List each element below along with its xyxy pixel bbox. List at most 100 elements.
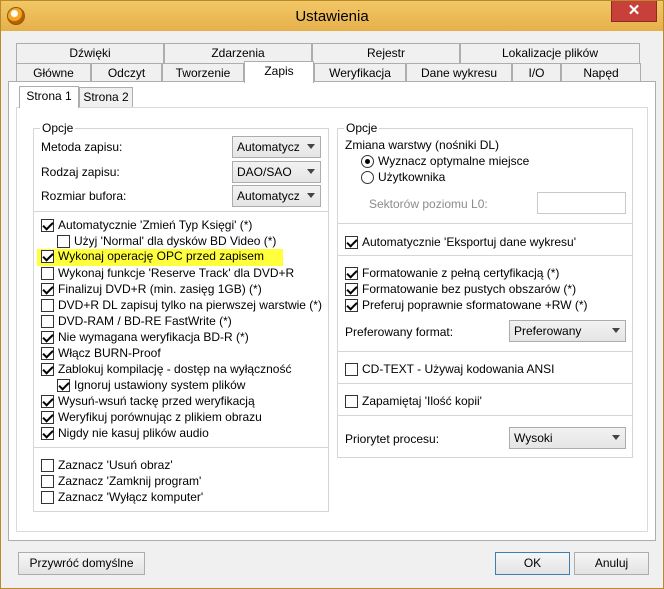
checkbox-label: Zaznacz 'Wyłącz komputer' [58,490,204,504]
write-type-select[interactable]: DAO/SAO [232,161,321,183]
checkbox-label: DVD+R DL zapisuj tylko na pierwszej wars… [58,298,322,312]
checkbox-box [41,331,54,344]
full-certification-checkbox[interactable]: Formatowanie z pełną certyfikacją (*) [345,266,559,282]
tab-odczyt[interactable]: Odczyt [91,63,162,83]
dvdr-dl-first-layer-checkbox[interactable]: DVD+R DL zapisuj tylko na pierwszej wars… [41,298,322,314]
checkbox-box [41,299,54,312]
subtab-strona-1[interactable]: Strona 1 [19,86,79,108]
chevron-down-icon [612,328,620,333]
write-method-select[interactable]: Automatycz [232,136,321,158]
cdtext-ansi-checkbox[interactable]: CD-TEXT - Używaj kodowania ANSI [345,362,555,378]
auto-book-type-checkbox[interactable]: Automatycznie 'Zmień Typ Księgi' (*) [41,218,252,234]
process-priority-label: Priorytet procesu: [345,432,440,446]
checkbox-box [41,219,54,232]
checkbox-box [41,475,54,488]
close-button[interactable]: ✕ [611,1,657,22]
verify-against-image-checkbox[interactable]: Weryfikuj porównując z plikiem obrazu [41,410,262,426]
title-bar[interactable]: Ustawienia ✕ [1,1,663,31]
checkbox-label: Zapamiętaj 'Ilość kopii' [362,394,482,408]
tab-tworzenie[interactable]: Tworzenie [162,63,244,83]
radio-label: Użytkownika [378,170,446,184]
preferred-format-label: Preferowany format: [345,325,454,339]
write-type-label: Rodzaj zapisu: [41,165,120,179]
checkbox-box [57,235,70,248]
checkbox-box [41,363,54,376]
bdr-no-verify-checkbox[interactable]: Nie wymagana weryfikacja BD-R (*) [41,330,249,346]
sectors-l0-label: Sektorów poziomu L0: [369,197,488,211]
optimal-position-radio[interactable]: Wyznacz optymalne miejsce [361,154,529,170]
prefer-formatted-rw-checkbox[interactable]: Preferuj poprawnie sformatowane +RW (*) [345,298,588,314]
checkbox-label: Zaznacz 'Zamknij program' [58,474,202,488]
right-options-legend: Opcje [344,121,380,135]
checkbox-label: Weryfikuj porównując z plikiem obrazu [58,410,262,424]
chevron-down-icon [307,169,315,174]
process-priority-select[interactable]: Wysoki [509,427,626,449]
tab-weryfikacja[interactable]: Weryfikacja [314,63,406,83]
checkbox-label: Automatycznie 'Zmień Typ Księgi' (*) [58,218,253,232]
checkbox-label: Zablokuj kompilację - dostęp na wyłączno… [58,362,292,376]
separator [34,211,328,212]
opc-before-write-checkbox[interactable]: Wykonaj operację OPC przed zapisem [37,249,283,266]
checkbox-box [41,283,54,296]
reserve-track-checkbox[interactable]: Wykonaj funkcje 'Reserve Track' dla DVD+… [41,266,294,282]
sectors-l0-input[interactable] [537,192,626,214]
tab-rejestr[interactable]: Rejestr [312,43,460,63]
fastwrite-checkbox[interactable]: DVD-RAM / BD-RE FastWrite (*) [41,314,232,330]
buffer-size-select[interactable]: Automatycz [232,185,321,207]
tab-io[interactable]: I/O [512,63,561,83]
check-close-program-checkbox[interactable]: Zaznacz 'Zamknij program' [41,474,201,490]
check-shutdown-checkbox[interactable]: Zaznacz 'Wyłącz komputer' [41,490,203,506]
subtab-strona-2[interactable]: Strona 2 [79,87,133,107]
exclusive-access-checkbox[interactable]: Zablokuj kompilację - dostęp na wyłączno… [41,362,291,378]
burn-proof-checkbox[interactable]: Włącz BURN-Proof [41,346,161,362]
checkbox-box [41,491,54,504]
radio-dot [361,171,374,184]
restore-defaults-button[interactable]: Przywróć domyślne [18,552,145,575]
checkbox-box [345,395,358,408]
checkbox-label: Ignoruj ustawiony system plików [74,378,246,392]
separator [338,255,632,256]
checkbox-label: Wysuń-wsuń tackę przed weryfikacją [58,394,255,408]
tab-dane-wykresu[interactable]: Dane wykresu [406,63,512,83]
checkbox-box [41,459,54,472]
checkbox-label: Włącz BURN-Proof [58,346,161,360]
checkbox-label: Automatycznie 'Eksportuj dane wykresu' [362,235,577,249]
window-title: Ustawienia [295,8,369,25]
checkbox-box [345,236,358,249]
write-method-label: Metoda zapisu: [41,140,123,154]
write-type-value: DAO/SAO [237,165,292,179]
checkbox-label: Finalizuj DVD+R (min. zasięg 1GB) (*) [58,282,262,296]
cancel-button[interactable]: Anuluj [574,552,649,575]
user-position-radio[interactable]: Użytkownika [361,170,445,186]
normal-bd-video-checkbox[interactable]: Użyj 'Normal' dla dysków BD Video (*) [57,234,276,250]
settings-window: Ustawienia ✕ Dźwięki Zdarzenia Rejestr L… [0,0,664,589]
tab-zdarzenia[interactable]: Zdarzenia [164,43,312,63]
checkbox-label: Nie wymagana weryfikacja BD-R (*) [58,330,249,344]
ok-button[interactable]: OK [495,552,570,575]
remember-copies-checkbox[interactable]: Zapamiętaj 'Ilość kopii' [345,394,482,410]
tab-lokalizacje-plikow[interactable]: Lokalizacje plików [460,43,640,63]
separator [338,383,632,384]
finalize-dvdr-checkbox[interactable]: Finalizuj DVD+R (min. zasięg 1GB) (*) [41,282,262,298]
no-empty-areas-checkbox[interactable]: Formatowanie bez pustych obszarów (*) [345,282,576,298]
layer-change-label: Zmiana warstwy (nośniki DL) [345,138,500,152]
preferred-format-select[interactable]: Preferowany [509,320,626,342]
buffer-size-label: Rozmiar bufora: [41,189,127,203]
tab-dzwieki[interactable]: Dźwięki [16,43,164,63]
tab-zapis[interactable]: Zapis [244,61,314,83]
separator [338,223,632,224]
ignore-filesystem-checkbox[interactable]: Ignoruj ustawiony system plików [57,378,245,394]
checkbox-box [41,267,54,280]
tab-naped[interactable]: Napęd [561,63,641,83]
chevron-down-icon [307,144,315,149]
cycle-tray-checkbox[interactable]: Wysuń-wsuń tackę przed weryfikacją [41,394,255,410]
separator [338,351,632,352]
never-delete-audio-checkbox[interactable]: Nigdy nie kasuj plików audio [41,426,209,442]
checkbox-box [41,315,54,328]
tab-glowne[interactable]: Główne [16,63,91,83]
checkbox-box [345,283,358,296]
checkbox-box [57,379,70,392]
separator [34,447,328,448]
check-delete-image-checkbox[interactable]: Zaznacz 'Usuń obraz' [41,458,173,474]
auto-export-chart-checkbox[interactable]: Automatycznie 'Eksportuj dane wykresu' [345,235,576,251]
